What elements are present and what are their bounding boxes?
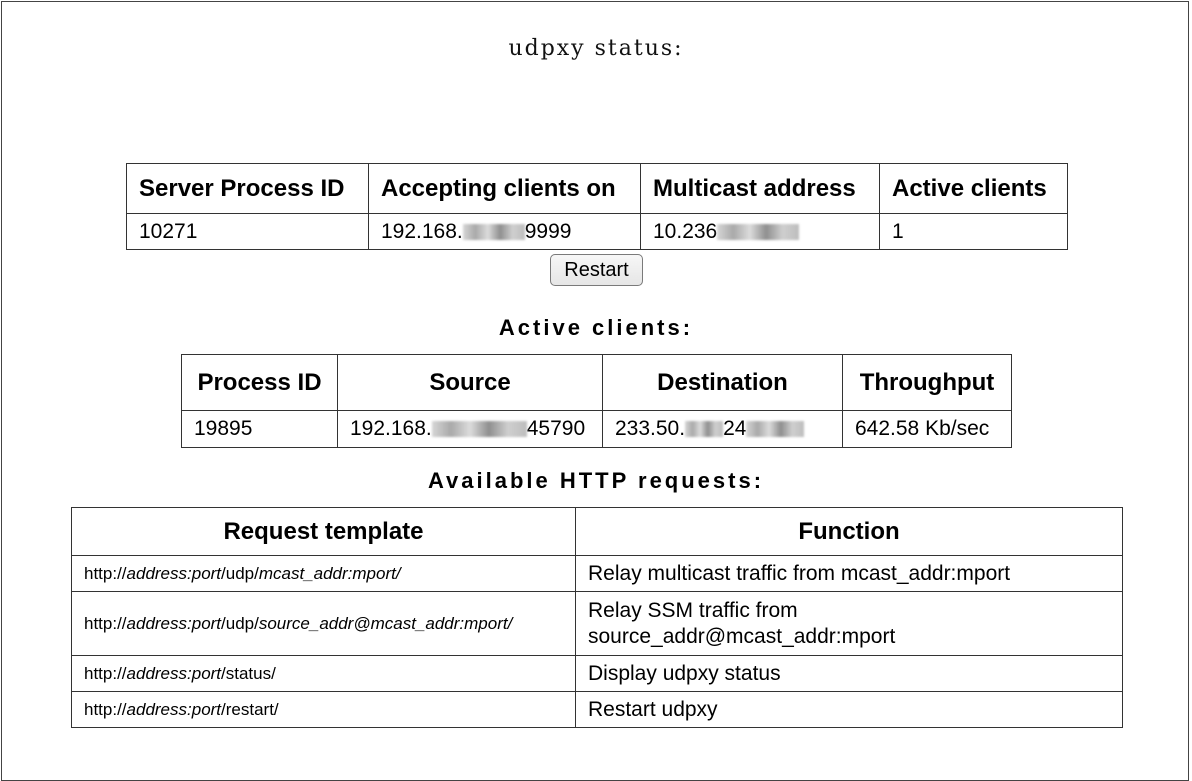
tpl-scheme: http:// xyxy=(84,563,127,583)
tpl-param: mcast_addr:mport/ xyxy=(258,563,401,583)
client-destination: 233.50. 24 xyxy=(602,410,843,448)
table-header-row: Server Process ID Accepting clients on M… xyxy=(126,163,1068,214)
tpl-param: source_addr@mcast_addr:mport/ xyxy=(258,613,513,633)
tpl-scheme: http:// xyxy=(84,613,127,633)
request-function: Relay SSM traffic from source_addr@mcast… xyxy=(575,591,1123,656)
request-template: http://address:port/status/ xyxy=(71,655,576,692)
tpl-path: /udp/ xyxy=(221,613,259,633)
active-clients-heading: Active clients: xyxy=(498,315,694,340)
col-throughput: Throughput xyxy=(842,354,1012,411)
multicast-address-prefix: 10.236 xyxy=(653,219,718,243)
tpl-address: address:port xyxy=(126,699,222,719)
tpl-address: address:port xyxy=(126,663,222,683)
accepting-address-port: 9999 xyxy=(524,219,572,243)
col-process-id: Process ID xyxy=(181,354,338,411)
client-destination-prefix: 233.50. xyxy=(615,417,686,440)
table-row: 19895 192.168. 45790 233.50. 24 642.58 Kb/… xyxy=(181,410,1012,448)
client-destination-mid: 24 xyxy=(723,417,747,440)
redacted-blur xyxy=(431,421,527,437)
col-server-process-id: Server Process ID xyxy=(126,163,369,214)
active-clients-count: 1 xyxy=(879,213,1068,250)
tpl-address: address:port xyxy=(126,613,222,633)
table-row: http://address:port/restart/ Restart udp… xyxy=(71,691,1123,728)
request-template: http://address:port/udp/source_addr@mcas… xyxy=(71,591,576,656)
server-status-table: Server Process ID Accepting clients on M… xyxy=(126,163,1068,250)
table-row: 10271 192.168. 9999 10.236 1 xyxy=(126,213,1068,250)
col-function: Function xyxy=(575,507,1123,556)
redacted-blur xyxy=(717,223,800,240)
col-request-template: Request template xyxy=(71,507,576,556)
http-requests-heading: Available HTTP requests: xyxy=(427,468,765,493)
request-template: http://address:port/udp/mcast_addr:mport… xyxy=(71,555,576,592)
request-function: Relay multicast traffic from mcast_addr:… xyxy=(575,555,1123,592)
client-source-prefix: 192.168. xyxy=(350,417,432,440)
redacted-blur xyxy=(462,223,525,240)
table-header-row: Process ID Source Destination Throughput xyxy=(181,354,1012,411)
multicast-address: 10.236 xyxy=(640,213,880,250)
table-row: http://address:port/udp/mcast_addr:mport… xyxy=(71,555,1123,592)
tpl-scheme: http:// xyxy=(84,699,127,719)
col-active-clients: Active clients xyxy=(879,163,1068,214)
col-destination: Destination xyxy=(602,354,843,411)
redacted-blur xyxy=(746,421,805,437)
redacted-blur xyxy=(685,421,724,437)
col-accepting-clients-on: Accepting clients on xyxy=(368,163,641,214)
tpl-address: address:port xyxy=(126,563,222,583)
tpl-path: /restart/ xyxy=(221,699,279,719)
server-pid: 10271 xyxy=(126,213,369,250)
table-header-row: Request template Function xyxy=(71,507,1123,556)
tpl-path: /status/ xyxy=(221,663,276,683)
accepting-address: 192.168. 9999 xyxy=(368,213,641,250)
table-row: http://address:port/status/ Display udpx… xyxy=(71,655,1123,692)
table-row: http://address:port/udp/source_addr@mcas… xyxy=(71,591,1123,656)
client-source-port: 45790 xyxy=(526,417,586,440)
http-requests-table: Request template Function http://address… xyxy=(71,507,1123,728)
client-pid: 19895 xyxy=(181,410,338,448)
accepting-address-prefix: 192.168. xyxy=(381,219,463,243)
restart-button[interactable]: Restart xyxy=(550,254,643,286)
tpl-scheme: http:// xyxy=(84,663,127,683)
active-clients-table: Process ID Source Destination Throughput… xyxy=(181,354,1012,448)
request-template: http://address:port/restart/ xyxy=(71,691,576,728)
col-multicast-address: Multicast address xyxy=(640,163,880,214)
col-source: Source xyxy=(337,354,603,411)
tpl-path: /udp/ xyxy=(221,563,259,583)
client-throughput: 642.58 Kb/sec xyxy=(842,410,1012,448)
page-title: udpxy status: xyxy=(508,36,684,61)
client-source: 192.168. 45790 xyxy=(337,410,603,448)
request-function: Restart udpxy xyxy=(575,691,1123,728)
request-function: Display udpxy status xyxy=(575,655,1123,692)
